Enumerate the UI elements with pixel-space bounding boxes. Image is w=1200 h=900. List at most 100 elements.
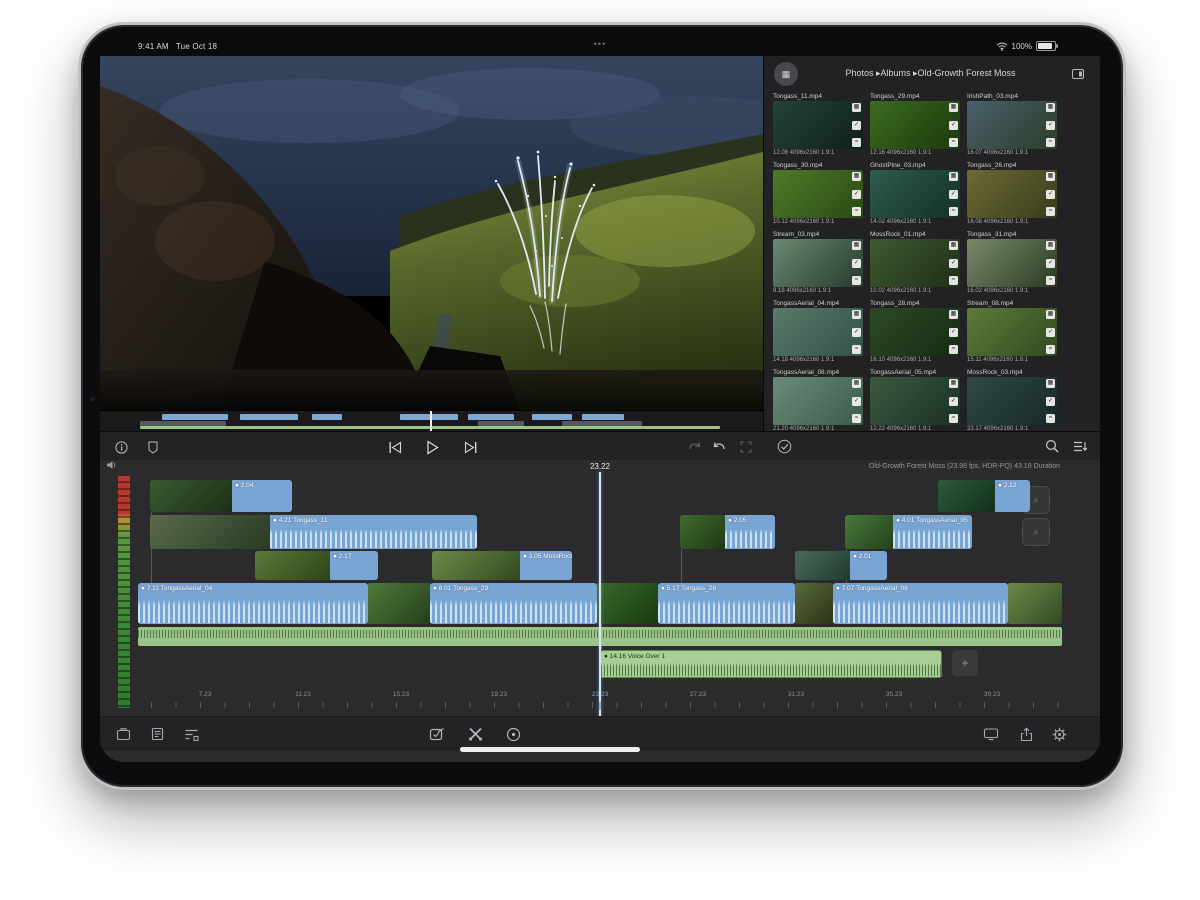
info-button[interactable] <box>112 438 130 456</box>
media-item[interactable]: Tongass_31.mp4 ▦ ✓ ≈ 16.02 4096x2160 1.9… <box>967 230 1057 299</box>
video-preview[interactable] <box>100 56 763 410</box>
next-frame-button[interactable] <box>462 438 480 456</box>
timeline-clip[interactable]: ● 8.01 Tongass_29 <box>430 583 597 624</box>
media-thumbnail[interactable]: ▦ ✓ ≈ <box>870 101 960 149</box>
media-item[interactable]: TongassAerial_05.mp4 ▦ ✓ ≈ 12.22 4096x21… <box>870 368 960 437</box>
audio-track-icon: ≈ <box>852 414 861 423</box>
home-indicator[interactable] <box>460 747 640 752</box>
marker-button[interactable] <box>144 438 162 456</box>
clip-label: ● 8.01 Tongass_29 <box>430 583 597 593</box>
media-breadcrumb[interactable]: Photos ▸Albums ▸Old-Growth Forest Moss <box>804 68 1057 79</box>
media-thumbnail[interactable]: ▦ ✓ ≈ <box>870 239 960 287</box>
track-tool-button[interactable]: ⌕ <box>1022 518 1050 546</box>
undo-button[interactable] <box>710 438 728 456</box>
timeline-clip[interactable] <box>795 583 833 624</box>
fullscreen-button[interactable] <box>737 438 755 456</box>
media-item[interactable]: IrishPath_03.mp4 ▦ ✓ ≈ 16.07 4096x2160 1… <box>967 92 1057 161</box>
media-thumbnail[interactable]: ▦ ✓ ≈ <box>967 308 1057 356</box>
clip-body: ● 8.01 Tongass_29 <box>430 583 597 624</box>
project-info: Old-Growth Forest Moss (23.98 fps, HDR-P… <box>869 463 1060 470</box>
media-thumbnail[interactable]: ▦ ✓ ≈ <box>870 170 960 218</box>
search-button[interactable] <box>1043 437 1061 455</box>
timeline-overview[interactable] <box>100 410 763 432</box>
ruler-label: 23.23 <box>580 691 620 698</box>
media-source-button[interactable]: ▦ <box>774 62 798 86</box>
add-audio-button[interactable]: + <box>952 650 978 676</box>
timeline-clip[interactable]: ● 2.04 <box>150 480 292 512</box>
timeline-clip[interactable]: ● 2.01 <box>795 551 887 580</box>
sort-button[interactable] <box>1071 437 1089 455</box>
snap-button[interactable] <box>504 725 522 743</box>
overview-playhead[interactable] <box>430 411 432 432</box>
clip-type-icon: ▦ <box>852 103 861 112</box>
timeline-clip[interactable]: ● 14.16 Voice Over 1 <box>600 650 942 678</box>
clip-label: ● 3.05 MossRock_01 <box>520 551 572 561</box>
media-item[interactable]: MossRock_03.mp4 ▦ ✓ ≈ 23.17 4096x2160 1.… <box>967 368 1057 437</box>
media-thumbnail[interactable]: ▦ ✓ ≈ <box>967 170 1057 218</box>
redo-button[interactable] <box>686 438 704 456</box>
media-thumbnail[interactable]: ▦ ✓ ≈ <box>967 239 1057 287</box>
media-item[interactable]: MossRock_01.mp4 ▦ ✓ ≈ 10.02 4096x2160 1.… <box>870 230 960 299</box>
used-check-icon: ✓ <box>852 397 861 406</box>
play-button[interactable] <box>423 438 441 456</box>
audio-monitor-icon[interactable] <box>106 460 117 470</box>
external-display-button[interactable] <box>982 725 1000 743</box>
prev-frame-button[interactable] <box>386 438 404 456</box>
audio-track-icon: ≈ <box>949 207 958 216</box>
timeline-clip[interactable] <box>1008 583 1062 624</box>
media-item[interactable]: Tongass_26.mp4 ▦ ✓ ≈ 16.08 4096x2160 1.9… <box>967 161 1057 230</box>
share-export-button[interactable] <box>1017 725 1035 743</box>
media-item[interactable]: Stream_03.mp4 ▦ ✓ ≈ 8.18 4096x2160 1.9:1 <box>773 230 863 299</box>
clip-label: ● 14.16 Voice Over 1 <box>601 651 941 661</box>
split-scissors-icon <box>468 727 483 741</box>
timeline-clip[interactable]: ● 5.17 Tongass_26 <box>658 583 795 624</box>
media-item[interactable]: Tongass_30.mp4 ▦ ✓ ≈ 10.12 4096x2160 1.9… <box>773 161 863 230</box>
media-metadata: 16.10 4096x2160 1.9:1 <box>870 356 960 365</box>
media-item[interactable]: Tongass_11.mp4 ▦ ✓ ≈ 12.08 4096x2160 1.9… <box>773 92 863 161</box>
media-thumbnail[interactable]: ▦ ✓ ≈ <box>870 308 960 356</box>
media-item[interactable]: Tongass_28.mp4 ▦ ✓ ≈ 16.10 4096x2160 1.9… <box>870 299 960 368</box>
timeline-clip[interactable]: ● 2.05 <box>680 515 775 549</box>
timeline-clip[interactable]: ● 4.21 Tongass_11 <box>150 515 477 549</box>
timeline-ruler[interactable]: 7.2311.2315.2319.2323.2327.2331.2335.233… <box>138 690 1062 710</box>
media-thumbnail[interactable]: ▦ ✓ ≈ <box>967 101 1057 149</box>
media-thumbnail[interactable]: ▦ ✓ ≈ <box>773 377 863 425</box>
timeline-clip[interactable]: ● 2.12 <box>938 480 1030 512</box>
media-item[interactable]: TongassAerial_04.mp4 ▦ ✓ ≈ 14.18 4096x21… <box>773 299 863 368</box>
media-filename: Stream_08.mp4 <box>967 299 1057 308</box>
timeline-clip[interactable] <box>597 583 658 624</box>
playhead[interactable] <box>599 472 601 718</box>
timeline-clip[interactable]: ● 7.11 TongassAerial_04 <box>138 583 368 624</box>
media-thumbnail[interactable]: ▦ ✓ ≈ <box>870 377 960 425</box>
media-badges: ▦ ✓ ≈ <box>852 241 861 285</box>
split-clip-button[interactable] <box>466 725 484 743</box>
media-thumbnail[interactable]: ▦ ✓ ≈ <box>967 377 1057 425</box>
undo-icon <box>712 441 726 453</box>
select-media-button[interactable] <box>775 437 793 455</box>
timeline-clip[interactable]: ● 4.01 TongassAerial_05 <box>845 515 972 549</box>
track-options-button[interactable] <box>182 725 200 743</box>
media-item[interactable]: Tongass_29.mp4 ▦ ✓ ≈ 12.16 4096x2160 1.9… <box>870 92 960 161</box>
multiselect-button[interactable] <box>428 725 446 743</box>
timeline-clip[interactable]: ● 7.07 TongassAerial_08 <box>833 583 1008 624</box>
media-thumbnail[interactable]: ▦ ✓ ≈ <box>773 101 863 149</box>
clip-body: ● 2.17 <box>330 551 378 580</box>
timeline-clip[interactable]: ● 2.17 <box>255 551 378 580</box>
settings-button[interactable] <box>1050 725 1068 743</box>
timeline-clip[interactable]: ● 3.05 MossRock_01 <box>432 551 572 580</box>
media-item[interactable]: Stream_08.mp4 ▦ ✓ ≈ 15.11 4096x2160 1.9:… <box>967 299 1057 368</box>
audio-track-icon: ≈ <box>852 138 861 147</box>
project-manager-button[interactable] <box>114 725 132 743</box>
clip-thumbnail <box>255 551 330 580</box>
media-thumbnail[interactable]: ▦ ✓ ≈ <box>773 308 863 356</box>
media-thumbnail[interactable]: ▦ ✓ ≈ <box>773 239 863 287</box>
library-toggle-button[interactable] <box>1067 63 1089 85</box>
used-check-icon: ✓ <box>1046 328 1055 337</box>
media-thumbnail[interactable]: ▦ ✓ ≈ <box>773 170 863 218</box>
timeline-clip[interactable] <box>368 583 430 624</box>
media-metadata: 8.18 4096x2160 1.9:1 <box>773 287 863 296</box>
media-item[interactable]: TongassAerial_08.mp4 ▦ ✓ ≈ 21.20 4096x21… <box>773 368 863 437</box>
clip-list-button[interactable] <box>148 725 166 743</box>
screen: 9:41 AM Tue Oct 18 ••• 100% <box>100 36 1100 762</box>
media-item[interactable]: GhostPine_03.mp4 ▦ ✓ ≈ 14.02 4096x2160 1… <box>870 161 960 230</box>
